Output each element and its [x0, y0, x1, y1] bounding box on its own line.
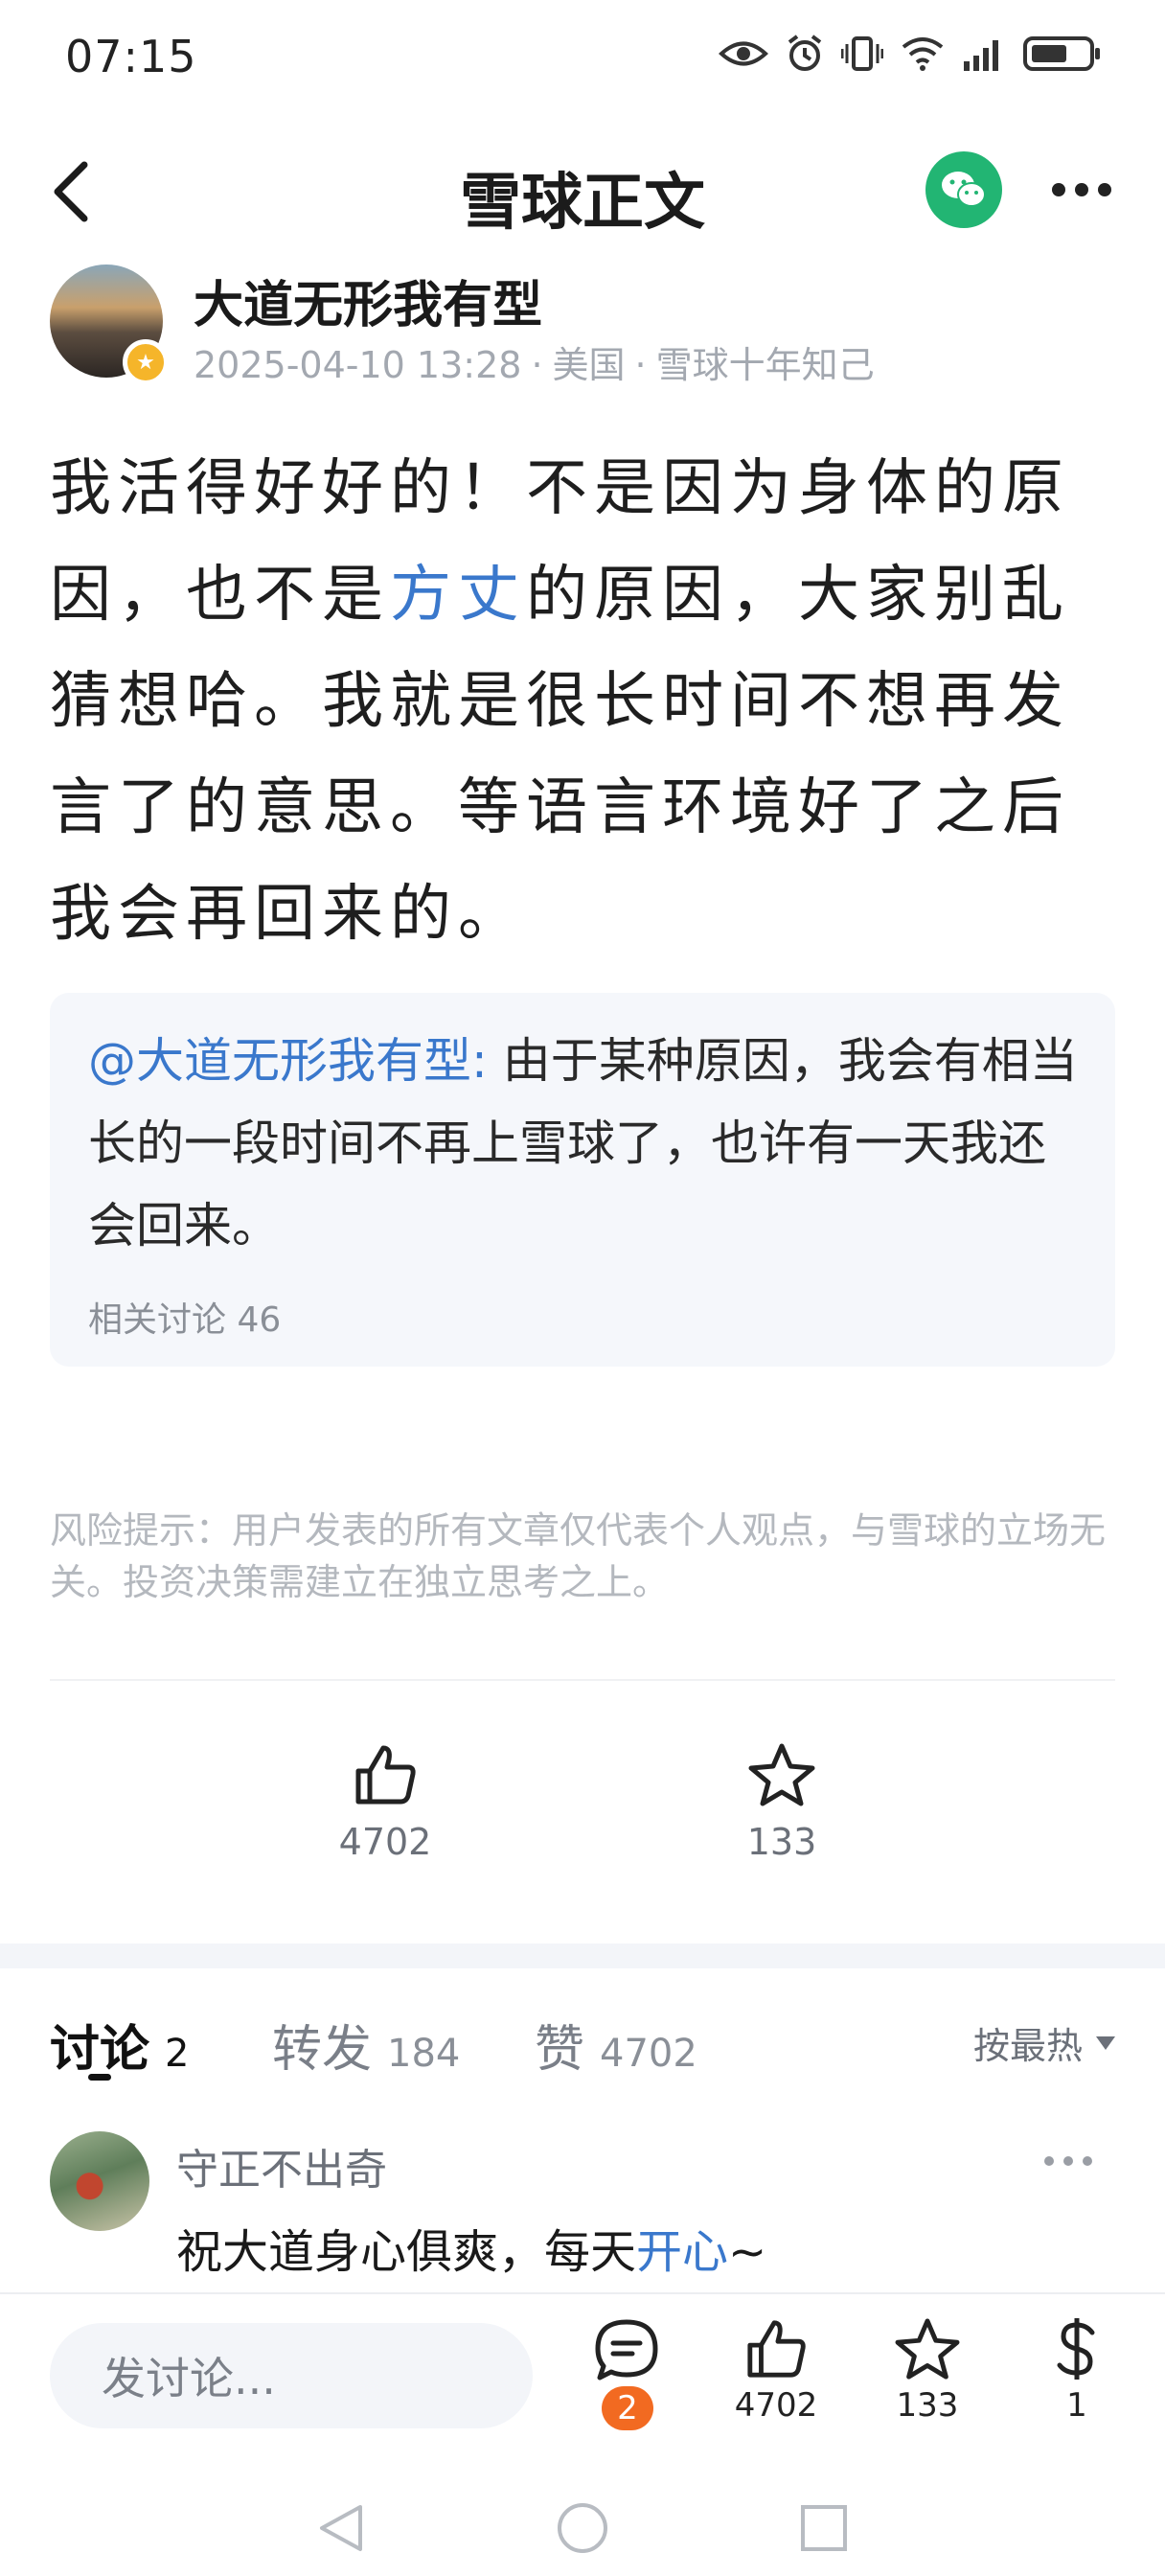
related-discussions[interactable]: 相关讨论 46	[88, 1292, 281, 1342]
reward-button[interactable]: 1	[1019, 2317, 1134, 2425]
author-tag: 雪球十年知己	[655, 344, 875, 386]
quote-mention[interactable]: @大道无形我有型:	[88, 1033, 488, 1089]
sort-dropdown[interactable]: 按最热	[973, 2016, 1115, 2069]
eye-icon	[719, 41, 768, 66]
status-time: 07:15	[65, 31, 197, 82]
tab-count: 184	[387, 2032, 461, 2076]
nav-home-icon[interactable]	[558, 2503, 607, 2553]
section-separator	[0, 1944, 1165, 1968]
more-options-button[interactable]	[1052, 178, 1119, 201]
favorite-count: 133	[896, 2386, 959, 2425]
star-icon	[895, 2318, 960, 2380]
tab-count: 2	[165, 2032, 190, 2076]
thumbs-up-icon	[355, 1745, 416, 1805]
verified-badge-icon: ★	[123, 339, 169, 385]
wifi-icon	[902, 37, 944, 71]
comments-badge: 2	[602, 2386, 653, 2430]
thumbs-up-icon	[747, 2320, 806, 2378]
dollar-icon	[1057, 2318, 1095, 2380]
tab-discussions[interactable]: 讨论 2	[50, 2009, 189, 2081]
nav-recents-icon[interactable]	[801, 2505, 847, 2551]
commenter-name[interactable]: 守正不出奇	[176, 2135, 387, 2196]
like-stat-button[interactable]: 4702	[289, 1742, 481, 1863]
like-count: 4702	[734, 2386, 818, 2425]
tab-label: 赞	[535, 2021, 585, 2079]
commenter-avatar[interactable]	[50, 2131, 149, 2231]
post-time: 2025-04-10 13:28	[194, 344, 522, 386]
battery-icon	[1023, 36, 1100, 71]
like-count: 4702	[338, 1821, 432, 1863]
tab-label: 转发	[272, 2021, 373, 2079]
risk-notice: 风险提示：用户发表的所有文章仅代表个人观点，与雪球的立场无关。投资决策需建立在独…	[50, 1509, 1107, 1603]
tab-label: 讨论	[50, 2021, 150, 2079]
reward-count: 1	[1066, 2386, 1087, 2425]
post-location: 美国	[552, 344, 626, 386]
wechat-icon	[942, 172, 986, 207]
favorite-stat-button[interactable]: 133	[686, 1742, 878, 1863]
comment-text-part: ~	[728, 2225, 767, 2279]
wechat-share-button[interactable]	[925, 151, 1002, 228]
system-nav-bar	[320, 2503, 847, 2553]
nav-back-icon[interactable]	[320, 2505, 362, 2551]
quoted-post-card[interactable]: @大道无形我有型: 由于某种原因，我会有相当长的一段时间不再上雪球了，也许有一天…	[50, 993, 1115, 1367]
like-button[interactable]: 4702	[719, 2317, 834, 2425]
caret-down-icon	[1096, 2036, 1115, 2050]
post-link[interactable]: 方丈	[390, 560, 526, 631]
post-body: 我活得好好的！不是因为身体的原因，也不是方丈的原因，大家别乱猜想哈。我就是很长时…	[50, 436, 1132, 968]
comment-bubble-icon	[595, 2319, 658, 2380]
divider	[50, 1679, 1115, 1681]
comments-button[interactable]: 2	[569, 2317, 684, 2430]
comment-text: 祝大道身心俱爽，每天开心~	[176, 2214, 766, 2281]
comment-more-button[interactable]	[1044, 2156, 1092, 2166]
comment-link[interactable]: 开心	[636, 2225, 728, 2279]
discussion-input[interactable]: 发讨论...	[50, 2323, 533, 2428]
vibrate-icon	[841, 36, 883, 71]
star-icon	[748, 1743, 815, 1806]
tab-likes[interactable]: 赞 4702	[535, 2009, 697, 2081]
tab-reposts[interactable]: 转发 184	[272, 2009, 460, 2081]
signal-icon	[964, 40, 998, 71]
alarm-icon	[788, 34, 822, 71]
favorite-count: 133	[746, 1821, 817, 1863]
post-meta: 2025-04-10 13:28 · 美国 · 雪球十年知己	[194, 344, 875, 386]
active-tab-indicator	[88, 2074, 111, 2081]
author-name[interactable]: 大道无形我有型	[194, 264, 542, 336]
quote-text: @大道无形我有型: 由于某种原因，我会有相当长的一段时间不再上雪球了，也许有一天…	[88, 1020, 1085, 1267]
sort-label: 按最热	[972, 2025, 1083, 2067]
comment-text-part: 祝大道身心俱爽，每天	[176, 2225, 637, 2279]
status-icons	[719, 34, 1102, 73]
favorite-button[interactable]: 133	[870, 2317, 985, 2425]
tab-count: 4702	[600, 2032, 697, 2076]
